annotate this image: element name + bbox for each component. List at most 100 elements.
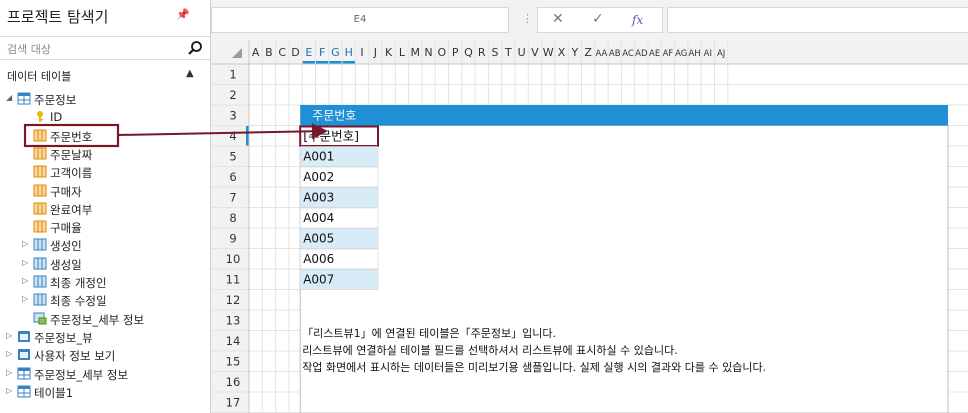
formula-buttons: ✕ ✓ fx <box>537 7 663 33</box>
row-header[interactable]: 6 <box>229 170 236 184</box>
collapsed-arrow-icon[interactable]: ▷ <box>22 294 28 303</box>
section-data-tables[interactable]: 데이터 테이블 ▲ <box>0 63 210 87</box>
column-header[interactable]: AF <box>663 49 674 59</box>
tree-item[interactable]: ▷ 생성일 <box>0 255 210 273</box>
column-header[interactable]: AH <box>688 49 700 59</box>
column-header[interactable]: T <box>504 46 512 59</box>
tree-item[interactable]: ◢ 주문정보 <box>0 90 210 108</box>
formula-toolbar: E4 ⋮ ✕ ✓ fx <box>211 0 968 40</box>
field-placeholder[interactable]: [주문번호] <box>303 129 359 144</box>
column-header[interactable]: AG <box>675 49 687 59</box>
column-header[interactable]: Z <box>584 46 592 59</box>
tree-item[interactable]: ▷ 생성인 <box>0 236 210 254</box>
search-icon[interactable] <box>187 40 203 56</box>
row-header[interactable]: 3 <box>229 109 236 123</box>
row-header[interactable]: 12 <box>226 293 241 307</box>
collapsed-arrow-icon[interactable]: ▷ <box>6 331 12 340</box>
column-header[interactable]: U <box>518 46 526 59</box>
name-box[interactable]: E4 <box>211 7 509 33</box>
tree-item-label: 주문정보_세부 정보 <box>50 312 145 327</box>
row-header[interactable]: 10 <box>226 252 241 266</box>
tree-item-label: 테이블1 <box>34 385 74 400</box>
collapsed-arrow-icon[interactable]: ▷ <box>6 349 12 358</box>
column-header[interactable]: AE <box>649 49 660 59</box>
column-header[interactable]: M <box>411 46 421 59</box>
tree-item[interactable]: ▷ 테이블1 <box>0 383 210 401</box>
sheet-area[interactable]: A B C D E F G H I J K L M N O P Q R S T U V W X Y Z AA AB AC AD AE AF AG… <box>211 40 968 413</box>
column-header[interactable]: V <box>531 46 539 59</box>
column-header[interactable]: AB <box>609 49 621 59</box>
column-header[interactable]: F <box>319 46 325 59</box>
column-header[interactable]: AI <box>704 49 712 59</box>
collapsed-arrow-icon[interactable]: ▷ <box>22 239 28 248</box>
row-header[interactable]: 9 <box>229 232 236 246</box>
tree-item[interactable]: ▷ 최종 수정일 <box>0 291 210 309</box>
tree-item[interactable]: 구매율 <box>0 218 210 236</box>
row-header[interactable]: 14 <box>226 334 241 348</box>
tree-item[interactable]: 주문날짜 <box>0 145 210 163</box>
column-header[interactable]: Y <box>570 46 578 59</box>
column-header[interactable]: W <box>543 46 554 59</box>
column-header[interactable]: E <box>305 46 312 59</box>
column-header[interactable]: AD <box>635 49 648 59</box>
column-header[interactable]: S <box>492 46 499 59</box>
view-icon <box>17 330 31 343</box>
column-header[interactable]: Q <box>464 46 473 59</box>
tree-item[interactable]: 고객이름 <box>0 163 210 181</box>
row-header[interactable]: 2 <box>229 88 236 102</box>
tree-item[interactable]: 주문번호 <box>0 127 210 145</box>
pin-icon[interactable]: 📌 <box>176 8 190 21</box>
column-header[interactable]: N <box>424 46 432 59</box>
column-header[interactable]: AJ <box>717 49 725 59</box>
check-icon[interactable]: ✓ <box>592 11 604 27</box>
function-icon[interactable]: fx <box>632 13 643 27</box>
tree-item[interactable]: ID <box>0 108 210 126</box>
column-header[interactable]: I <box>360 46 363 59</box>
tree-item-label: 구매율 <box>50 221 82 236</box>
tree-item[interactable]: 주문정보_세부 정보 <box>0 310 210 328</box>
column-header[interactable]: H <box>345 46 353 59</box>
cancel-icon[interactable]: ✕ <box>552 11 564 27</box>
row-header[interactable]: 11 <box>226 273 241 287</box>
collapsed-arrow-icon[interactable]: ▷ <box>22 258 28 267</box>
collapsed-arrow-icon[interactable]: ▷ <box>6 368 12 377</box>
column-header[interactable]: G <box>331 46 340 59</box>
column-header[interactable]: P <box>452 46 459 59</box>
column-header[interactable]: K <box>385 46 393 59</box>
tree-item[interactable]: ▷ 사용자 정보 보기 <box>0 346 210 364</box>
chevron-up-icon[interactable]: ▲ <box>186 68 194 79</box>
column-header[interactable]: AC <box>622 49 634 59</box>
tree-item-label: 사용자 정보 보기 <box>34 349 116 364</box>
tree-item[interactable]: ▷ 주문정보_뷰 <box>0 328 210 346</box>
search-box[interactable]: 검색 대상 <box>0 36 210 60</box>
row-header[interactable]: 8 <box>229 211 236 225</box>
row-header[interactable]: 5 <box>229 150 236 164</box>
column-header[interactable]: D <box>291 46 299 59</box>
row-header[interactable]: 17 <box>226 396 241 410</box>
column-header[interactable]: R <box>478 46 486 59</box>
column-header[interactable]: X <box>558 46 566 59</box>
column-header[interactable]: L <box>399 46 406 59</box>
search-input[interactable]: 검색 대상 <box>7 41 51 57</box>
column-header[interactable]: O <box>438 46 447 59</box>
row-header[interactable]: 7 <box>229 191 236 205</box>
expanded-arrow-icon[interactable]: ◢ <box>6 93 12 102</box>
formula-input[interactable] <box>667 7 968 33</box>
column-header[interactable]: J <box>373 46 377 59</box>
drag-handle-icon[interactable]: ⋮ <box>522 12 533 25</box>
collapsed-arrow-icon[interactable]: ▷ <box>22 276 28 285</box>
row-header[interactable]: 15 <box>226 355 241 369</box>
column-header[interactable]: A <box>252 46 260 59</box>
column-header[interactable]: B <box>265 46 273 59</box>
tree-item[interactable]: 구매자 <box>0 182 210 200</box>
tree-item[interactable]: ▷ 주문정보_세부 정보 <box>0 365 210 383</box>
row-header[interactable]: 1 <box>229 68 236 82</box>
tree-item[interactable]: 완료여부 <box>0 200 210 218</box>
column-header[interactable]: AA <box>596 49 608 59</box>
row-header[interactable]: 16 <box>226 375 241 389</box>
collapsed-arrow-icon[interactable]: ▷ <box>6 386 12 395</box>
row-header[interactable]: 13 <box>226 314 241 328</box>
row-header[interactable]: 4 <box>229 129 236 143</box>
tree-item[interactable]: ▷ 최종 개정인 <box>0 273 210 291</box>
column-header[interactable]: C <box>278 46 286 59</box>
